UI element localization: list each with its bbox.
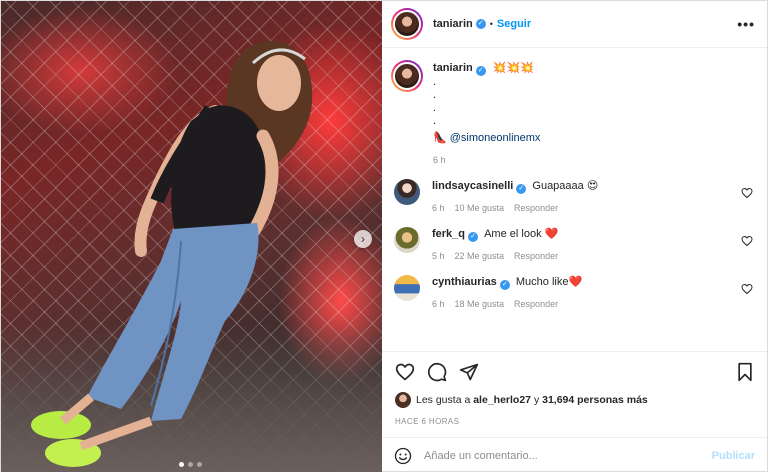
reply-button[interactable]: Responder [514,299,558,309]
high-heel-icon: 👠 [433,132,447,144]
verified-badge-icon: ✓ [475,19,486,29]
caption-text: 💥💥💥 [492,62,534,74]
comment-text-line: cynthiaurias ✓ Mucho like❤️ [432,275,755,290]
next-photo-button[interactable]: › [354,230,372,248]
comment-likes[interactable]: 10 Me gusta [455,203,505,213]
comment-item: ferk_q ✓ Ame el look ❤️ 5 h 22 Me gusta R… [391,226,755,261]
post-side-panel: taniarin ✓ • Seguir ••• taniarin ✓ 💥💥💥 . … [382,1,767,472]
caption-dot: . [433,115,437,127]
liker-username[interactable]: ale_herlo27 [473,394,531,406]
post-header: taniarin ✓ • Seguir ••• [382,1,767,48]
comment-likes[interactable]: 22 Me gusta [455,251,505,261]
verified-badge-icon: ✓ [516,183,527,194]
carousel-indicator [179,462,202,467]
publish-button[interactable]: Publicar [712,450,755,462]
verified-badge-icon: ✓ [468,231,479,242]
comment-body: cynthiaurias ✓ Mucho like❤️ 6 h 18 Me gus… [432,275,755,309]
caption-time: 6 h [433,154,446,165]
like-comment-heart-icon[interactable] [741,235,753,247]
comment-time: 5 h [432,250,445,261]
caption-username[interactable]: taniarin [433,62,473,74]
author-avatar[interactable] [391,8,423,40]
comment-meta: 6 h 10 Me gusta Responder [432,203,755,213]
save-bookmark-icon[interactable] [735,362,755,382]
comment-time: 6 h [432,202,445,213]
liker-avatar[interactable] [395,392,411,408]
like-comment-heart-icon[interactable] [741,283,753,295]
comment-bubble-icon[interactable] [427,362,447,382]
post-photo[interactable]: › [1,1,382,472]
like-comment-heart-icon[interactable] [741,187,753,199]
commenter-username[interactable]: lindsaycasinelli [432,180,513,192]
caption-author-avatar[interactable] [391,60,423,92]
caption-body: taniarin ✓ 💥💥💥 . . . . 👠 @simoneonlinemx … [433,60,540,165]
verified-badge-icon: ✓ [475,66,486,76]
commenter-username[interactable]: ferk_q [432,228,465,240]
add-comment-bar: Publicar [382,437,767,472]
follow-button[interactable]: Seguir [497,18,531,30]
woman-figure [31,40,313,467]
avatar-image [393,62,421,90]
instagram-post: › taniarin ✓ • Seguir ••• taniarin ✓ 💥💥💥… [0,0,768,472]
caption-dot: . [433,102,437,114]
author-username[interactable]: taniarin [433,18,473,30]
comments-list[interactable]: taniarin ✓ 💥💥💥 . . . . 👠 @simoneonlinemx … [382,48,767,351]
likes-count[interactable]: 31,694 personas más [542,394,648,406]
emoji-smile-icon[interactable] [394,447,412,465]
carousel-dot [197,462,202,467]
carousel-dot [188,462,193,467]
likes-summary: Les gusta a ale_herlo27 y 31,694 persona… [395,392,755,408]
comment-body: lindsaycasinelli ✓ Guapaaaa 😍 6 h 10 Me g… [432,179,755,213]
reply-button[interactable]: Responder [514,251,558,261]
caption-dot: . [433,89,437,101]
caption-dot: . [433,76,437,88]
avatar-image [393,10,421,38]
post-timestamp: HACE 6 HORAS [395,417,460,426]
comment-text-line: lindsaycasinelli ✓ Guapaaaa 😍 [432,179,755,194]
likes-prefix: Les gusta a [416,394,471,406]
verified-badge-icon: ✓ [499,279,510,290]
post-caption: taniarin ✓ 💥💥💥 . . . . 👠 @simoneonlinemx … [391,60,755,165]
caption-mention-line: 👠 @simoneonlinemx [433,132,540,146]
comment-input[interactable] [424,449,704,462]
commenter-avatar[interactable] [394,274,420,301]
comment-likes[interactable]: 18 Me gusta [455,299,505,309]
header-separator: • [489,19,493,29]
more-options-icon[interactable]: ••• [737,16,755,32]
comment-text: Mucho like❤️ [515,275,583,288]
comment-meta: 5 h 22 Me gusta Responder [432,251,755,261]
commenter-username[interactable]: cynthiaurias [432,276,497,288]
comment-text: Ame el look ❤️ [484,227,559,240]
comment-body: ferk_q ✓ Ame el look ❤️ 5 h 22 Me gusta R… [432,227,755,261]
carousel-dot-active [179,462,184,467]
comment-meta: 6 h 18 Me gusta Responder [432,299,755,309]
likes-middle: y [533,394,540,406]
commenter-avatar[interactable] [394,178,420,205]
comment-item: cynthiaurias ✓ Mucho like❤️ 6 h 18 Me gus… [391,274,755,309]
comment-time: 6 h [432,298,445,309]
reply-button[interactable]: Responder [514,203,558,213]
mention-link[interactable]: @simoneonlinemx [450,132,541,144]
caption-line: taniarin ✓ 💥💥💥 [433,62,540,76]
comment-text: Guapaaaa 😍 [532,179,599,192]
share-paper-plane-icon[interactable] [459,362,479,382]
action-icons [395,360,755,384]
comment-text-line: ferk_q ✓ Ame el look ❤️ [432,227,755,242]
comment-item: lindsaycasinelli ✓ Guapaaaa 😍 6 h 10 Me g… [391,178,755,213]
commenter-avatar[interactable] [394,226,420,253]
like-heart-icon[interactable] [395,362,415,382]
